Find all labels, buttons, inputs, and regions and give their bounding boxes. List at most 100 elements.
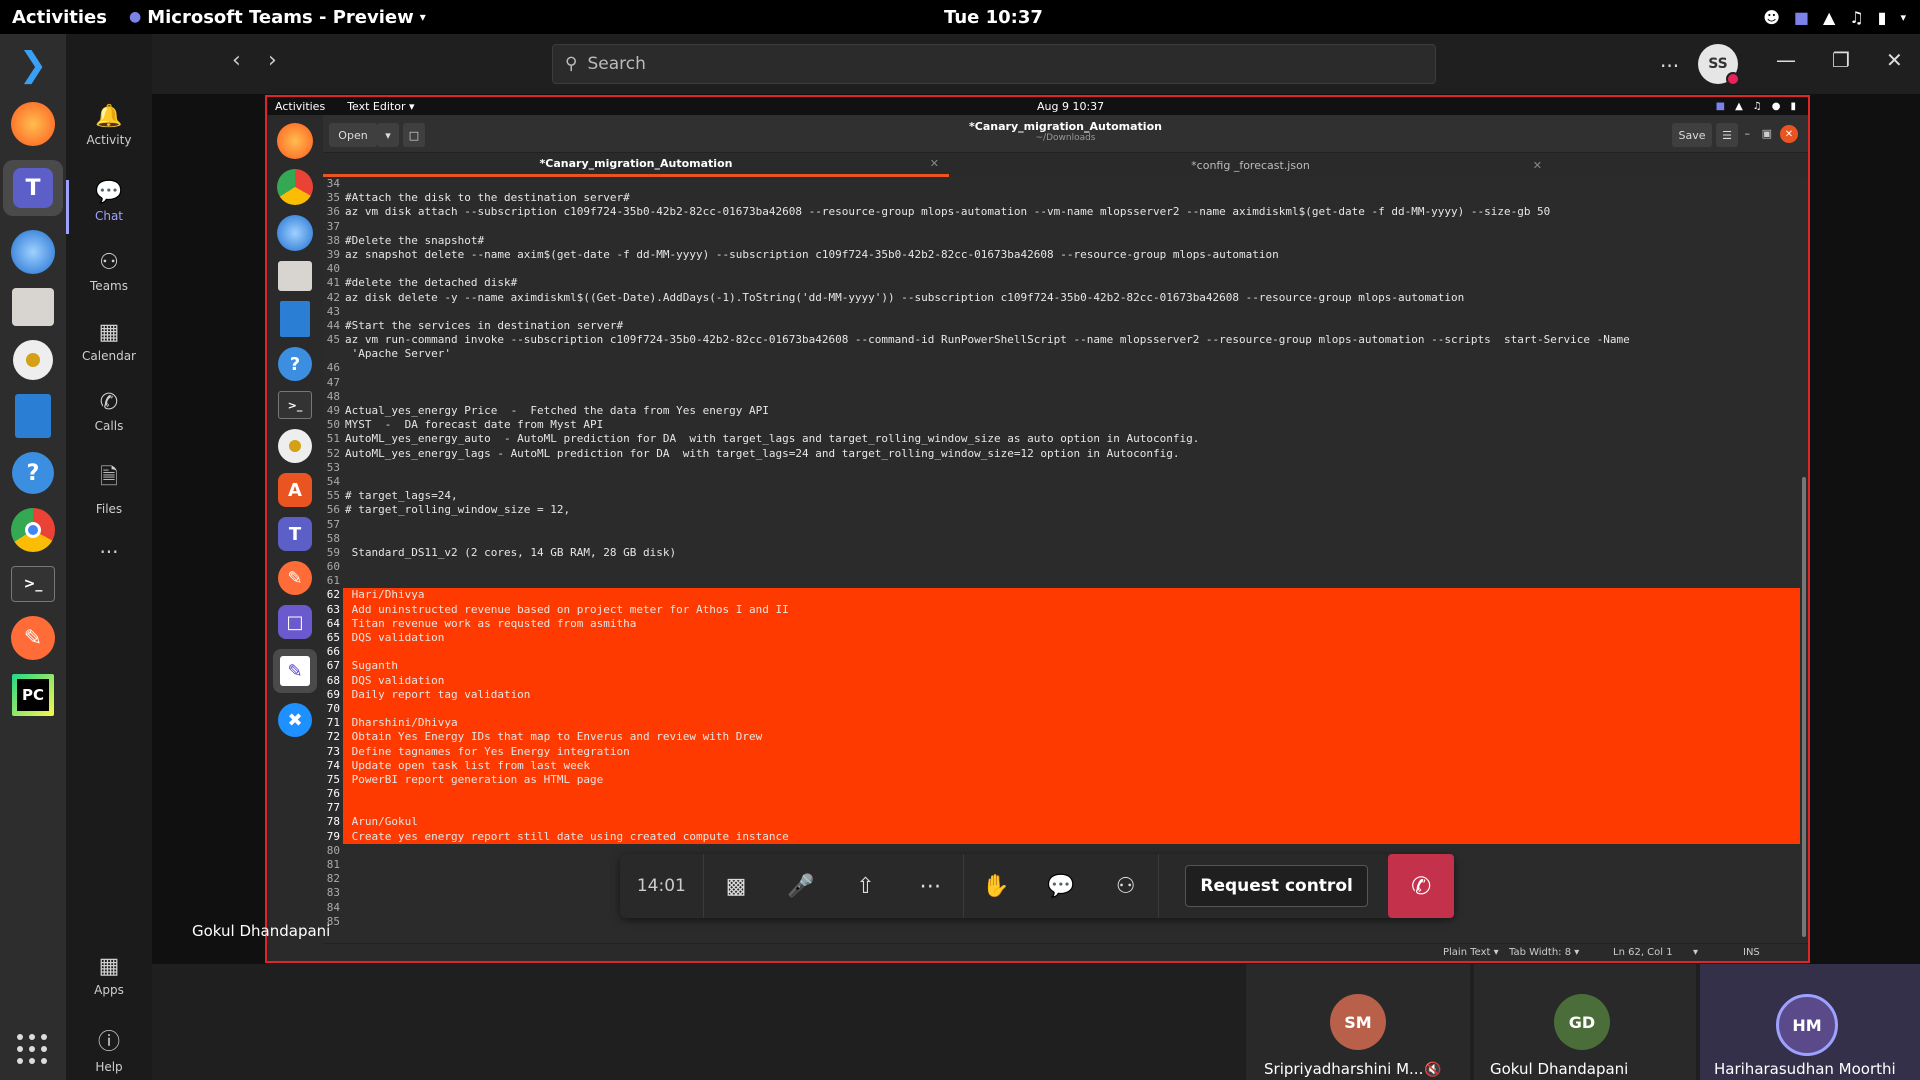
meeting-chat-icon[interactable]: 💬 [1028,854,1093,918]
files-icon[interactable] [12,288,54,326]
rail-calls[interactable]: ✆ Calls [66,390,152,433]
mic-off-icon[interactable]: 🎤 [768,854,833,918]
avatar[interactable]: SS [1698,44,1740,86]
terminal-icon[interactable]: >_ [11,566,55,602]
chrome-icon[interactable] [11,508,55,552]
help-icon: ? [278,347,312,381]
line-text: AutoML_yes_energy_auto - AutoML predicti… [345,432,1200,446]
avatar: GD [1554,994,1610,1050]
code-line: 63 Add uninstructed revenue based on pro… [323,602,1800,617]
line-number: 36 [326,205,340,219]
rail-teams[interactable]: ⚇ Teams [66,250,152,293]
thunderbird-icon[interactable] [11,230,55,274]
accessibility-icon[interactable]: ☻ [1763,8,1780,27]
chevron-down-icon[interactable]: ▾ [1900,11,1906,24]
line-number: 66 [326,645,340,659]
rail-help[interactable]: ⓘ Help [66,1024,152,1074]
file-icon: 🗎 [100,465,118,490]
participants-icon[interactable]: ⚇ [1093,854,1158,918]
code-line: 36 az vm disk attach --subscription c109f… [323,205,1800,219]
network-icon[interactable]: ▲ [1823,8,1835,27]
help-icon[interactable]: ? [12,452,54,494]
participant-name: Sripriyadharshini M... [1264,1060,1424,1078]
line-text: Standard_DS11_v2 (2 cores, 14 GB RAM, 28… [345,545,677,559]
rail-files[interactable]: 🗎 Files [66,460,152,516]
firefox-icon[interactable] [11,102,55,146]
line-number: 53 [326,460,340,474]
request-control-button[interactable]: Request control [1184,865,1369,907]
line-number: 60 [326,560,340,574]
line-text: AutoML_yes_energy_lags - AutoML predicti… [345,446,1180,460]
shared-screen: Activities Text Editor ▾ Aug 9 10:37 ■ ▲… [265,95,1810,963]
line-text: # target_lags=24, [345,489,458,503]
forward-arrow-icon[interactable]: › [268,48,277,73]
vscode-icon[interactable]: ❯ [10,42,56,88]
code-line: 74 Update open task list from last week [323,758,1800,773]
raise-hand-icon[interactable]: ✋ [964,854,1029,918]
code-line: 78 Arun/Gokul [323,815,1800,830]
editor-status-bar: Plain Text ▾ Tab Width: 8 ▾ Ln 62, Col 1… [323,943,1808,961]
text-editor-icon: ✎ [273,649,317,693]
hang-up-icon[interactable]: ✆ [1388,854,1454,918]
call-controls: 14:01 ▩ 🎤 ⇧ ⋯ ✋ 💬 ⚇ Request control ✆ [620,854,1454,918]
pycharm-icon[interactable]: PC [12,674,54,716]
line-text [343,361,345,375]
more-actions-icon[interactable]: ⋯ [898,854,963,918]
minimize-icon[interactable]: — [1776,48,1796,72]
cursor-position: Ln 62, Col 1 [1613,947,1673,958]
insert-mode: INS [1743,947,1760,958]
line-text: Obtain Yes Energy IDs that map to Enveru… [343,730,1800,745]
teams-header: ‹ › ⚲ Search ... SS — ❐ ✕ [152,34,1920,94]
screenshot-icon: □ [278,605,312,639]
rail-calendar[interactable]: ▦ Calendar [66,320,152,363]
rail-activity[interactable]: 🔔 Activity [66,104,152,147]
teams-icon[interactable]: T [3,160,63,216]
code-line: 51 AutoML_yes_energy_auto - AutoML predic… [323,432,1800,446]
search-box[interactable]: ⚲ Search [552,44,1436,84]
document-title: *Canary_migration_Automation [969,120,1162,133]
mic-icon: ● [1771,100,1781,112]
code-line: 66 [323,645,1800,660]
rhythmbox-icon[interactable] [13,340,53,380]
writer-icon[interactable] [15,394,51,438]
participant-tile[interactable]: HM Hariharasudhan Moorthi [1700,964,1920,1080]
code-line: 72 Obtain Yes Energy IDs that map to Env… [323,730,1800,745]
rail-calendar-label: Calendar [82,349,136,363]
share-screen-icon[interactable]: ⇧ [833,854,898,918]
code-line: 59 Standard_DS11_v2 (2 cores, 14 GB RAM,… [323,546,1800,560]
text-editor-headerbar: Open ▾ □ *Canary_migration_Automation ~/… [323,115,1808,153]
line-text [343,574,345,588]
rail-apps[interactable]: ▦ Apps [66,954,152,997]
participant-tile[interactable]: SM Sripriyadharshini M... 🔇 [1246,964,1470,1080]
battery-icon: ▮ [1790,100,1796,112]
code-line: 79 Create yes energy report still date u… [323,829,1800,844]
show-apps-icon[interactable] [17,1034,49,1066]
line-number: 63 [326,602,340,616]
clock[interactable]: Tue 10:37 [0,7,1920,28]
teams-tray-icon[interactable]: ■ [1794,8,1809,27]
close-icon[interactable]: ✕ [1886,48,1903,72]
code-line: 60 [323,560,1800,574]
back-arrow-icon[interactable]: ‹ [232,48,241,73]
line-text [343,701,1800,717]
battery-icon[interactable]: ▮ [1878,8,1887,27]
more-options-button[interactable]: ... [1660,48,1679,72]
software-icon: A [278,473,312,507]
participant-tile[interactable]: GD Gokul Dhandapani [1474,964,1696,1080]
maximize-icon[interactable]: ❐ [1832,48,1850,72]
camera-off-icon[interactable]: ▩ [704,854,769,918]
line-number: 51 [326,432,340,446]
help-icon: ⓘ [97,1030,120,1055]
rail-chat-label: Chat [94,209,124,223]
participant-name: Gokul Dhandapani [1490,1060,1629,1078]
rail-chat[interactable]: 💬 Chat [66,180,152,223]
system-tray[interactable]: ☻ ■ ▲ ♫ ▮ ▾ [1763,0,1906,34]
code-line: 34 [323,177,1800,191]
volume-icon[interactable]: ♫ [1849,8,1863,27]
postman-icon[interactable]: ✎ [11,616,55,660]
rail-more-button[interactable]: ... [66,534,152,558]
tab-width-selector: Tab Width: 8 ▾ [1509,947,1580,958]
maximize-icon: ▣ [1761,127,1772,140]
close-icon: ✕ [1780,125,1798,143]
code-line: 55 # target_lags=24, [323,489,1800,503]
